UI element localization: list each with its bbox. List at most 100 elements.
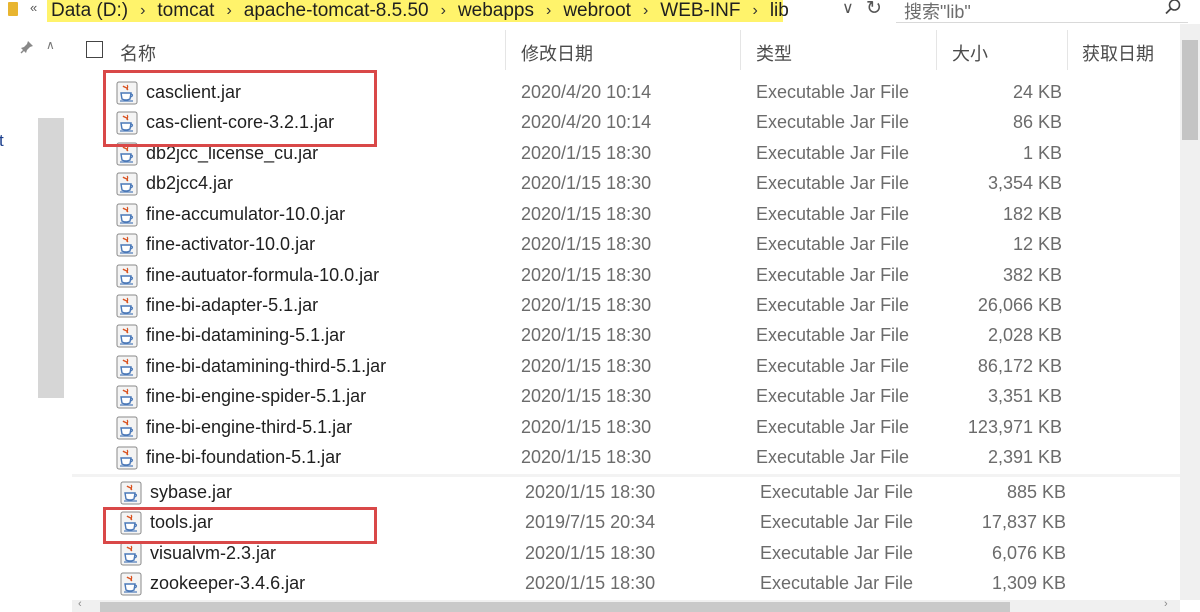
file-type: Executable Jar File: [760, 512, 914, 532]
column-date[interactable]: 修改日期: [521, 40, 593, 66]
file-type: Executable Jar File: [760, 573, 914, 593]
file-type: Executable Jar File: [756, 386, 910, 406]
breadcrumb-separator-icon[interactable]: ›: [433, 2, 454, 20]
horizontal-scroll-thumb[interactable]: [100, 602, 1010, 612]
nav-scrollbar[interactable]: [38, 118, 64, 398]
file-name: db2jcc4.jar: [146, 173, 234, 193]
file-row[interactable]: fine-bi-adapter-5.1.jar 2020/1/15 18:30 Ex…: [72, 291, 1180, 321]
column-size[interactable]: 大小: [952, 40, 988, 66]
column-name[interactable]: 名称: [120, 40, 156, 66]
file-row[interactable]: fine-bi-foundation-5.1.jar 2020/1/15 18:3…: [72, 443, 1180, 473]
file-name: fine-bi-adapter-5.1.jar: [146, 295, 319, 315]
breadcrumb-item[interactable]: lib: [766, 0, 793, 22]
column-type[interactable]: 类型: [756, 40, 792, 66]
jar-file-icon: [120, 572, 142, 596]
file-date: 2020/1/15 18:30: [525, 543, 656, 563]
file-date: 2020/1/15 18:30: [521, 356, 652, 376]
file-size: 1 KB: [1022, 143, 1062, 163]
file-row[interactable]: fine-autuator-formula-10.0.jar 2020/1/15 …: [72, 261, 1180, 291]
scroll-right-arrow-icon[interactable]: ›: [1164, 598, 1168, 610]
refresh-icon[interactable]: ↻: [866, 0, 882, 20]
address-dropdown-icon[interactable]: ∨: [842, 0, 854, 18]
breadcrumb-separator-icon[interactable]: ›: [218, 2, 239, 20]
scroll-left-arrow-icon[interactable]: ‹: [78, 598, 82, 610]
file-row[interactable]: db2jcc4.jar 2020/1/15 18:30 Executable Jar…: [72, 169, 1180, 199]
file-size: 24 KB: [1012, 82, 1062, 102]
file-size: 382 KB: [1002, 265, 1062, 285]
file-type: Executable Jar File: [756, 265, 910, 285]
column-divider[interactable]: [936, 30, 937, 70]
file-type: Executable Jar File: [756, 356, 910, 376]
search-icon[interactable]: [1164, 0, 1182, 21]
collapse-chevron-icon[interactable]: ∧: [46, 38, 55, 52]
nav-item-fragment[interactable]: t: [0, 131, 4, 151]
breadcrumb-separator-icon[interactable]: ›: [744, 2, 765, 20]
file-date: 2020/4/20 10:14: [521, 82, 652, 102]
file-type: Executable Jar File: [756, 112, 910, 132]
file-date: 2020/1/15 18:30: [521, 447, 652, 467]
column-divider[interactable]: [1067, 30, 1068, 70]
file-name: fine-bi-engine-third-5.1.jar: [146, 417, 353, 437]
file-date: 2020/1/15 18:30: [521, 265, 652, 285]
file-row[interactable]: fine-bi-datamining-5.1.jar 2020/1/15 18:3…: [72, 321, 1180, 351]
breadcrumb-item[interactable]: webapps: [454, 0, 538, 22]
jar-file-icon: [116, 172, 138, 196]
breadcrumb-item[interactable]: WEB-INF: [656, 0, 744, 22]
file-name: zookeeper-3.4.6.jar: [150, 573, 306, 593]
jar-file-icon: [116, 233, 138, 257]
column-divider[interactable]: [740, 30, 741, 70]
file-name: fine-bi-engine-spider-5.1.jar: [146, 386, 367, 406]
file-size: 86 KB: [1012, 112, 1062, 132]
file-size: 2,028 KB: [987, 325, 1062, 345]
file-size: 123,971 KB: [967, 417, 1062, 437]
search-placeholder[interactable]: 搜索"lib": [896, 0, 971, 24]
jar-file-icon: [116, 416, 138, 440]
file-type: Executable Jar File: [756, 447, 910, 467]
file-date: 2020/1/15 18:30: [521, 325, 652, 345]
breadcrumb[interactable]: Data (D:) › tomcat › apache-tomcat-8.5.50 › we…: [47, 0, 789, 22]
file-row[interactable]: sybase.jar 2020/1/15 18:30 Executable Jar …: [76, 478, 1184, 508]
file-date: 2020/1/15 18:30: [521, 204, 652, 224]
file-size: 885 KB: [1006, 482, 1066, 502]
breadcrumb-item[interactable]: tomcat: [153, 0, 218, 22]
file-row[interactable]: fine-accumulator-10.0.jar 2020/1/15 18:30…: [72, 200, 1180, 230]
breadcrumb-item[interactable]: Data (D:): [47, 0, 132, 22]
breadcrumb-item[interactable]: apache-tomcat-8.5.50: [240, 0, 433, 22]
file-type: Executable Jar File: [760, 482, 914, 502]
file-type: Executable Jar File: [756, 143, 910, 163]
file-date: 2020/1/15 18:30: [521, 234, 652, 254]
vertical-scroll-thumb[interactable]: [1182, 40, 1198, 140]
file-type: Executable Jar File: [756, 204, 910, 224]
column-acquired-date[interactable]: 获取日期: [1082, 40, 1154, 66]
jar-file-icon: [116, 294, 138, 318]
file-size: 26,066 KB: [977, 295, 1062, 315]
file-row[interactable]: zookeeper-3.4.6.jar 2020/1/15 18:30 Execut…: [76, 569, 1184, 599]
file-type: Executable Jar File: [756, 295, 910, 315]
history-chevron-icon[interactable]: «: [30, 0, 37, 15]
file-type: Executable Jar File: [756, 325, 910, 345]
file-row[interactable]: fine-bi-engine-third-5.1.jar 2020/1/15 18…: [72, 413, 1180, 443]
file-name: fine-activator-10.0.jar: [146, 234, 316, 254]
pin-icon[interactable]: [20, 40, 34, 57]
column-divider[interactable]: [505, 30, 506, 70]
breadcrumb-item[interactable]: webroot: [559, 0, 635, 22]
search-box[interactable]: 搜索"lib": [896, 0, 1188, 23]
file-type: Executable Jar File: [756, 417, 910, 437]
file-size: 6,076 KB: [991, 543, 1066, 563]
file-date: 2020/1/15 18:30: [521, 386, 652, 406]
breadcrumb-separator-icon[interactable]: ›: [132, 2, 153, 20]
file-date: 2019/7/15 20:34: [525, 512, 656, 532]
file-row[interactable]: fine-bi-datamining-third-5.1.jar 2020/1/1…: [72, 352, 1180, 382]
file-row[interactable]: fine-bi-engine-spider-5.1.jar 2020/1/15 1…: [72, 382, 1180, 412]
file-size: 1,309 KB: [991, 573, 1066, 593]
select-all-checkbox[interactable]: [86, 41, 103, 58]
jar-file-icon: [116, 385, 138, 409]
file-type: Executable Jar File: [756, 234, 910, 254]
file-row[interactable]: fine-activator-10.0.jar 2020/1/15 18:30 Ex…: [72, 230, 1180, 260]
file-date: 2020/1/15 18:30: [521, 173, 652, 193]
breadcrumb-separator-icon[interactable]: ›: [635, 2, 656, 20]
jar-file-icon: [120, 481, 142, 505]
jar-file-icon: [116, 355, 138, 379]
breadcrumb-separator-icon[interactable]: ›: [538, 2, 559, 20]
jar-file-icon: [116, 324, 138, 348]
